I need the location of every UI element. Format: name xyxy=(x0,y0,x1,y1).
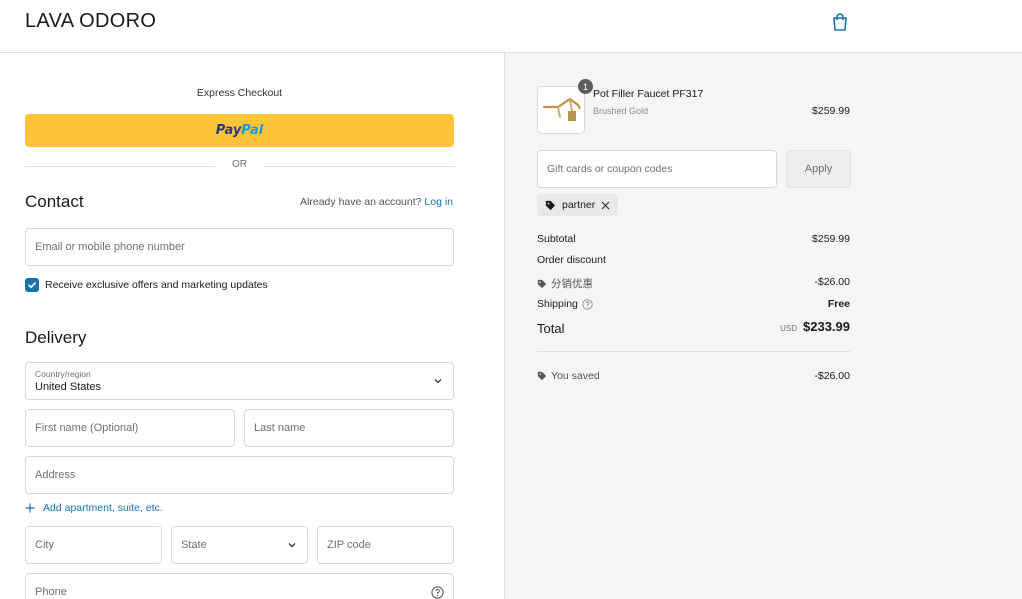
tag-icon xyxy=(545,200,556,210)
applied-discount-chip: partner xyxy=(537,194,619,216)
faucet-image xyxy=(542,97,581,121)
or-divider: OR xyxy=(25,159,454,173)
tag-icon xyxy=(537,371,547,381)
total-value: $233.99 xyxy=(803,319,850,334)
contact-title: Contact xyxy=(25,192,84,211)
state-select[interactable]: State xyxy=(171,526,308,564)
last-name-field[interactable]: Last name xyxy=(244,409,454,447)
total-row: Total USD $233.99 xyxy=(537,319,850,336)
saved-value: -$26.00 xyxy=(814,370,850,382)
country-value: United States xyxy=(35,381,102,393)
paypal-logo-pal: Pal xyxy=(241,123,264,138)
subtotal-value: $259.99 xyxy=(812,233,850,245)
product-variant: Brushed Gold xyxy=(593,106,649,116)
address-placeholder: Address xyxy=(35,469,76,481)
chevron-down-icon xyxy=(288,543,296,548)
login-link[interactable]: Log in xyxy=(424,196,453,208)
discount-code-label: 分销优惠 xyxy=(551,278,593,290)
express-checkout-title: Express Checkout xyxy=(196,87,283,99)
shopping-bag-icon[interactable] xyxy=(831,12,851,32)
or-text: OR xyxy=(232,159,247,170)
tag-icon xyxy=(537,279,547,288)
shipping-label: Shipping xyxy=(537,298,578,310)
zip-field[interactable]: ZIP code xyxy=(317,526,454,564)
paypal-logo-pay: Pay xyxy=(215,123,242,138)
coupon-placeholder: Gift cards or coupon codes xyxy=(547,163,673,175)
delivery-title: Delivery xyxy=(25,328,87,347)
help-icon[interactable] xyxy=(582,298,593,310)
paypal-button[interactable]: Pay Pal xyxy=(25,114,454,147)
total-currency: USD xyxy=(780,324,797,333)
marketing-label: Receive exclusive offers and marketing u… xyxy=(45,279,268,291)
city-field[interactable]: City xyxy=(25,526,162,564)
subtotal-label: Subtotal xyxy=(537,233,576,245)
checkout-header: LAVA ODORO xyxy=(0,0,1022,53)
product-name: Pot Filler Faucet PF317 xyxy=(593,88,704,100)
account-prompt-text: Already have an account? xyxy=(300,196,422,208)
discount-value: -$26.00 xyxy=(814,276,850,288)
discount-code-row: 分销优惠 -$26.00 xyxy=(537,276,850,291)
address-field[interactable]: Address xyxy=(25,456,454,494)
add-apartment-link[interactable]: Add apartment, suite, etc. xyxy=(25,502,163,514)
first-name-placeholder: First name (Optional) xyxy=(35,422,139,434)
order-discount-row: Order discount xyxy=(537,254,850,266)
last-name-placeholder: Last name xyxy=(254,422,306,434)
savings-row: You saved -$26.00 xyxy=(537,370,850,382)
state-placeholder: State xyxy=(181,539,207,551)
marketing-checkbox[interactable] xyxy=(25,278,39,292)
product-thumbnail xyxy=(537,86,585,134)
order-discount-label: Order discount xyxy=(537,254,606,266)
marketing-opt-in: Receive exclusive offers and marketing u… xyxy=(25,278,268,292)
applied-discount-code: partner xyxy=(562,199,596,211)
email-field[interactable]: Email or mobile phone number xyxy=(25,228,454,266)
country-select[interactable]: Country/region United States xyxy=(25,362,454,400)
help-icon[interactable] xyxy=(431,586,444,599)
store-brand[interactable]: LAVA ODORO xyxy=(25,10,156,33)
shipping-row: Shipping Free xyxy=(537,298,850,310)
order-summary: 1 Pot Filler Faucet PF317 Brushed Gold $… xyxy=(505,53,1022,599)
email-placeholder: Email or mobile phone number xyxy=(35,241,185,253)
phone-field[interactable]: Phone xyxy=(25,573,454,599)
add-apartment-label: Add apartment, suite, etc. xyxy=(43,502,163,514)
checkout-form: Express Checkout Pay Pal OR Contact Alrea… xyxy=(0,53,505,599)
subtotal-row: Subtotal $259.99 xyxy=(537,233,850,245)
product-price: $259.99 xyxy=(812,105,850,117)
plus-icon xyxy=(25,503,35,513)
first-name-field[interactable]: First name (Optional) xyxy=(25,409,235,447)
quantity-badge: 1 xyxy=(578,79,593,94)
city-placeholder: City xyxy=(35,539,54,551)
shipping-value: Free xyxy=(827,298,850,310)
phone-placeholder: Phone xyxy=(35,586,67,598)
chevron-down-icon xyxy=(434,379,442,384)
saved-label: You saved xyxy=(551,370,600,382)
zip-placeholder: ZIP code xyxy=(327,539,371,551)
apply-button[interactable]: Apply xyxy=(786,150,851,188)
remove-discount-icon[interactable] xyxy=(601,201,610,210)
account-prompt: Already have an account? Log in xyxy=(300,196,453,208)
summary-divider xyxy=(537,351,850,352)
country-label: Country/region xyxy=(35,369,91,379)
coupon-input[interactable]: Gift cards or coupon codes xyxy=(537,150,777,188)
